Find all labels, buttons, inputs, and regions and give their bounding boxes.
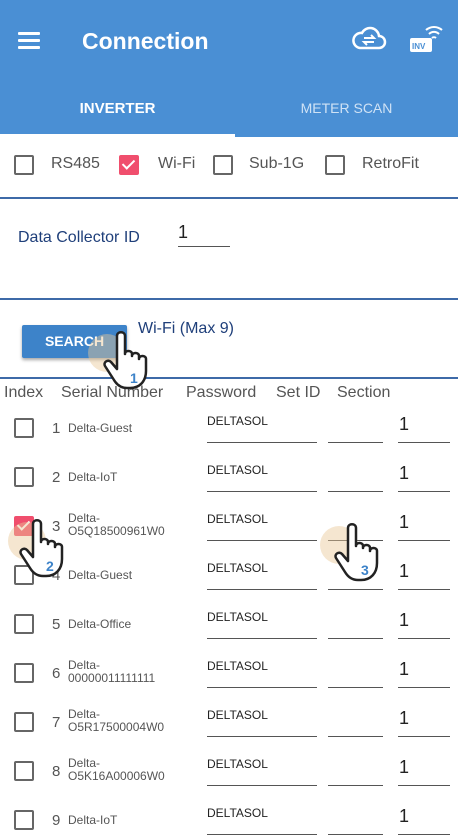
row-password[interactable]: DELTASOL — [207, 610, 268, 624]
data-collector-label: Data Collector ID — [18, 229, 140, 246]
row-password[interactable]: DELTASOL — [207, 757, 268, 771]
wifi-label: Wi-Fi — [158, 155, 196, 172]
row-section-underline — [398, 638, 450, 639]
row-section-underline — [398, 442, 450, 443]
row-set-id-input[interactable] — [328, 785, 383, 786]
row-section-underline — [398, 589, 450, 590]
step-marker-3: 3 — [361, 562, 369, 578]
row-password-underline — [207, 589, 317, 590]
row-section-underline — [398, 687, 450, 688]
row-password[interactable]: DELTASOL — [207, 561, 268, 575]
row-password-underline — [207, 785, 317, 786]
tap-hand-icon: 2 — [19, 519, 64, 578]
row-serial-number: Delta- 00000011111111 — [68, 658, 156, 685]
row-checkbox[interactable] — [14, 712, 34, 732]
row-password[interactable]: DELTASOL — [207, 414, 268, 428]
row-set-id-input[interactable] — [328, 491, 383, 492]
row-checkbox[interactable] — [14, 467, 34, 487]
row-password[interactable]: DELTASOL — [207, 463, 268, 477]
inverter-badge-text: INV — [412, 42, 426, 51]
tab-meter-scan[interactable]: METER SCAN — [235, 100, 458, 137]
row-checkbox[interactable] — [14, 663, 34, 683]
row-checkbox[interactable] — [14, 810, 34, 830]
retrofit-label: RetroFit — [362, 155, 419, 172]
row-checkbox[interactable] — [14, 761, 34, 781]
row-section[interactable]: 1 — [399, 414, 409, 435]
row-section-underline — [398, 540, 450, 541]
row-serial-number: Delta- O5Q18500961W0 — [68, 511, 165, 538]
wifi-checkbox[interactable] — [119, 155, 139, 175]
row-serial-number: Delta-IoT — [68, 813, 118, 827]
row-section[interactable]: 1 — [399, 610, 409, 631]
rs485-label: RS485 — [51, 155, 100, 172]
row-index: 7 — [52, 714, 61, 731]
column-set-id: Set ID — [276, 384, 321, 401]
row-index: 5 — [52, 616, 61, 633]
divider — [0, 197, 458, 199]
row-serial-number: Delta-Guest — [68, 421, 133, 435]
divider — [0, 377, 458, 379]
row-serial-number: Delta-IoT — [68, 470, 118, 484]
divider — [0, 298, 458, 300]
row-section[interactable]: 1 — [399, 708, 409, 729]
step-marker-2: 2 — [46, 558, 54, 574]
app-bar: Connection INV INVERTER METER SCAN — [0, 0, 458, 137]
tab-indicator — [0, 134, 235, 137]
row-set-id-input[interactable] — [328, 442, 383, 443]
row-index: 2 — [52, 469, 61, 486]
cloud-sync-icon[interactable] — [351, 24, 387, 52]
row-index: 1 — [52, 420, 61, 437]
row-checkbox[interactable] — [14, 614, 34, 634]
row-set-id-input[interactable] — [328, 589, 383, 590]
row-section[interactable]: 1 — [399, 512, 409, 533]
retrofit-checkbox[interactable] — [325, 155, 345, 175]
row-password[interactable]: DELTASOL — [207, 708, 268, 722]
row-section-underline — [398, 491, 450, 492]
row-section[interactable]: 1 — [399, 561, 409, 582]
sub1g-label: Sub-1G — [249, 155, 305, 172]
row-checkbox[interactable] — [14, 418, 34, 438]
row-serial-number: Delta-Office — [68, 617, 132, 631]
row-serial-number: Delta-Guest — [68, 568, 133, 582]
row-index: 9 — [52, 812, 61, 829]
sub1g-checkbox[interactable] — [213, 155, 233, 175]
row-section[interactable]: 1 — [399, 659, 409, 680]
tap-hand-icon: 3 — [334, 523, 379, 582]
row-password-underline — [207, 491, 317, 492]
row-password-underline — [207, 442, 317, 443]
step-marker-1: 1 — [130, 370, 138, 386]
row-set-id-input[interactable] — [328, 736, 383, 737]
row-index: 8 — [52, 763, 61, 780]
rs485-checkbox[interactable] — [14, 155, 34, 175]
data-collector-input[interactable]: 1 — [178, 222, 230, 247]
row-set-id-input[interactable] — [328, 687, 383, 688]
row-section[interactable]: 1 — [399, 757, 409, 778]
column-section: Section — [337, 384, 391, 401]
row-section[interactable]: 1 — [399, 463, 409, 484]
row-set-id-input[interactable] — [328, 638, 383, 639]
row-serial-number: Delta- O5R17500004W0 — [68, 707, 165, 734]
tap-hand-icon: 1 — [103, 331, 148, 390]
menu-icon[interactable] — [18, 32, 40, 50]
row-password-underline — [207, 736, 317, 737]
column-index: Index — [4, 384, 44, 401]
inverter-wifi-icon[interactable]: INV — [408, 20, 444, 56]
row-password-underline — [207, 687, 317, 688]
row-password[interactable]: DELTASOL — [207, 659, 268, 673]
column-password: Password — [186, 384, 257, 401]
row-section-underline — [398, 736, 450, 737]
row-section-underline — [398, 785, 450, 786]
row-section[interactable]: 1 — [399, 806, 409, 827]
page-title: Connection — [82, 28, 209, 54]
tab-inverter[interactable]: INVERTER — [0, 100, 235, 137]
row-password[interactable]: DELTASOL — [207, 806, 268, 820]
row-password[interactable]: DELTASOL — [207, 512, 268, 526]
row-index: 6 — [52, 665, 61, 682]
row-serial-number: Delta- O5K16A00006W0 — [68, 756, 165, 783]
row-password-underline — [207, 540, 317, 541]
row-password-underline — [207, 638, 317, 639]
